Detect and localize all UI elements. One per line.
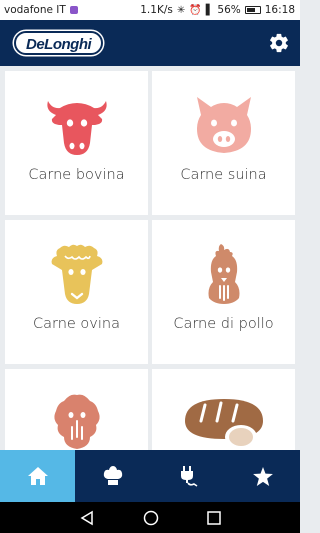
alarm-icon: ⏰	[189, 4, 202, 16]
nav-recipes[interactable]	[75, 450, 150, 502]
turkey-icon	[53, 394, 100, 449]
bread-icon	[184, 399, 263, 449]
category-tile-chicken[interactable]: Carne di pollo	[152, 220, 295, 364]
category-label: Carne suina	[180, 167, 267, 183]
bottom-nav	[0, 450, 300, 502]
category-tile-lamb[interactable]: Carne ovina	[5, 220, 148, 364]
category-label: Carne bovina	[28, 167, 125, 183]
category-grid: Carne bovina Carne suina Carne ovina Car…	[0, 66, 300, 450]
signal-icon: ▌	[205, 4, 214, 16]
back-icon[interactable]	[79, 510, 95, 526]
star-icon	[252, 466, 273, 486]
chicken-icon	[208, 244, 239, 304]
recents-icon[interactable]	[207, 510, 221, 525]
carrier-name: vodafone IT	[4, 4, 66, 16]
category-tile-beef[interactable]: Carne bovina	[5, 71, 148, 215]
delonghi-logo: DeLonghi	[14, 31, 104, 55]
sheep-icon	[51, 244, 102, 304]
plug-icon	[180, 466, 197, 487]
pig-icon	[196, 97, 251, 153]
nav-home[interactable]	[0, 450, 75, 502]
network-speed: 1.1K/s	[140, 4, 173, 16]
home-circle-icon[interactable]	[143, 510, 159, 526]
chef-hat-icon	[103, 466, 122, 485]
clock: 16:18	[264, 4, 295, 16]
battery-icon	[244, 6, 261, 14]
notification-icon	[69, 6, 78, 14]
bluetooth-icon: ✳	[176, 4, 186, 16]
category-label: Carne ovina	[33, 316, 120, 332]
category-tile-bread[interactable]	[152, 369, 295, 450]
gear-icon[interactable]	[268, 32, 290, 54]
cow-icon	[46, 101, 107, 155]
battery-percent: 56%	[217, 4, 241, 16]
category-label: Carne di pollo	[173, 316, 274, 332]
category-tile-pork[interactable]: Carne suina	[152, 71, 295, 215]
nav-favorites[interactable]	[225, 450, 300, 502]
nav-appliance[interactable]	[150, 450, 225, 502]
home-icon	[27, 467, 48, 485]
app-header: DeLonghi	[0, 20, 300, 66]
system-nav-bar	[0, 502, 300, 533]
category-tile-turkey[interactable]	[5, 369, 148, 450]
status-bar: vodafone IT 1.1K/s ✳ ⏰ ▌ 56% 16:18	[0, 0, 300, 20]
